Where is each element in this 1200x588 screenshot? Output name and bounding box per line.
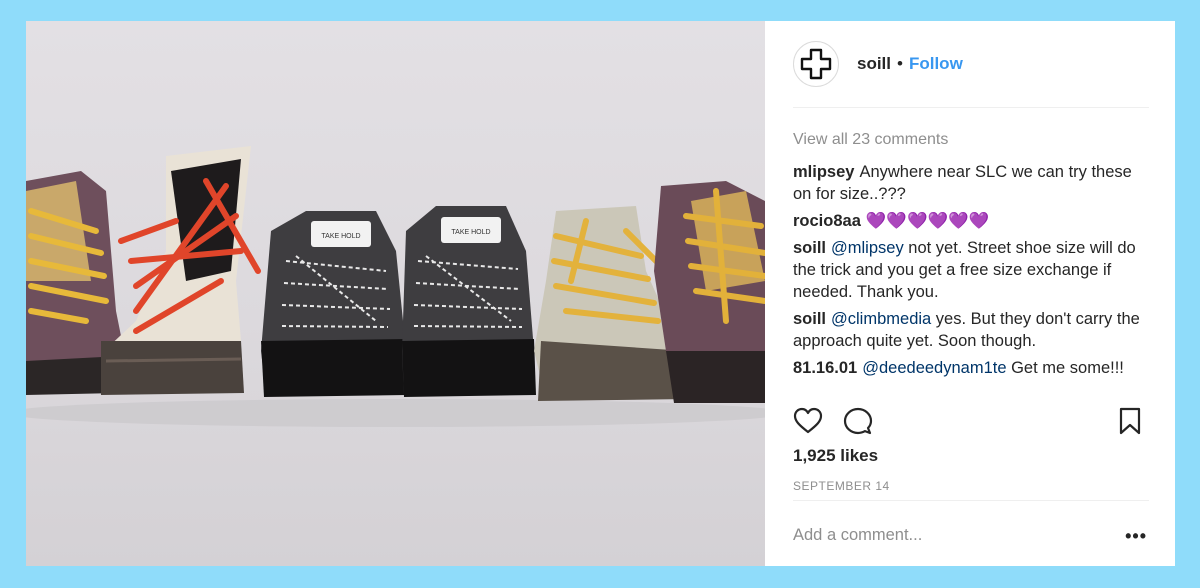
heart-icon[interactable]: [793, 406, 823, 436]
comment-username[interactable]: mlipsey: [793, 163, 854, 181]
likes-count[interactable]: 1,925 likes: [793, 446, 878, 466]
post-sidebar: soill • Follow View all 23 comments mlip…: [765, 21, 1175, 566]
divider: [793, 500, 1149, 501]
comment-mention[interactable]: @climbmedia: [831, 310, 931, 328]
comment-item: soill @mlipsey not yet. Street shoe size …: [793, 237, 1149, 303]
comment-item: rocio8aa 💜💜💜💜💜💜: [793, 210, 1149, 232]
comment-username[interactable]: soill: [793, 310, 826, 328]
comments-list: View all 23 comments mlipsey Anywhere nea…: [793, 108, 1149, 379]
post-username[interactable]: soill: [857, 54, 891, 74]
plus-cross-logo-icon: [800, 48, 832, 80]
bookmark-icon[interactable]: [1115, 406, 1145, 436]
comment-username[interactable]: rocio8aa: [793, 212, 861, 230]
comment-item: mlipsey Anywhere near SLC we can try thes…: [793, 161, 1149, 205]
comment-username[interactable]: soill: [793, 239, 826, 257]
post-date: SEPTEMBER 14: [793, 479, 890, 493]
comment-mention[interactable]: @mlipsey: [831, 239, 904, 257]
shoes-illustration: TAKE HOLD TAKE HOLD: [26, 146, 765, 427]
shoe-label-2: TAKE HOLD: [451, 229, 490, 236]
shoe-center-2: TAKE HOLD: [402, 206, 536, 397]
shoe-center-1: TAKE HOLD: [261, 211, 406, 397]
avatar[interactable]: [793, 41, 839, 87]
shoe-right-2: [654, 181, 765, 403]
separator-dot: •: [897, 54, 903, 73]
add-comment-input[interactable]: Add a comment...: [793, 526, 922, 545]
more-options-button[interactable]: •••: [1125, 526, 1147, 547]
view-all-comments-link[interactable]: View all 23 comments: [793, 129, 1149, 151]
comment-mention[interactable]: @deedeedynam1te: [862, 359, 1006, 377]
comment-item: 81.16.01 @deedeedynam1te Get me some!!!: [793, 357, 1149, 379]
follow-button[interactable]: Follow: [909, 54, 963, 74]
comment-bubble-icon[interactable]: [843, 406, 873, 436]
post-card: TAKE HOLD TAKE HOLD soill • Follow View …: [26, 21, 1175, 566]
comment-text: 💜💜💜💜💜💜: [865, 212, 990, 230]
post-header: soill • Follow: [793, 21, 1149, 108]
comment-username[interactable]: 81.16.01: [793, 359, 857, 377]
post-actions: [793, 405, 1149, 437]
comment-item: soill @climbmedia yes. But they don't car…: [793, 308, 1149, 352]
shoe-label-1: TAKE HOLD: [321, 233, 360, 240]
shoe-left-2: [101, 146, 261, 395]
comment-text: Get me some!!!: [1006, 359, 1124, 377]
post-photo[interactable]: TAKE HOLD TAKE HOLD: [26, 21, 765, 566]
